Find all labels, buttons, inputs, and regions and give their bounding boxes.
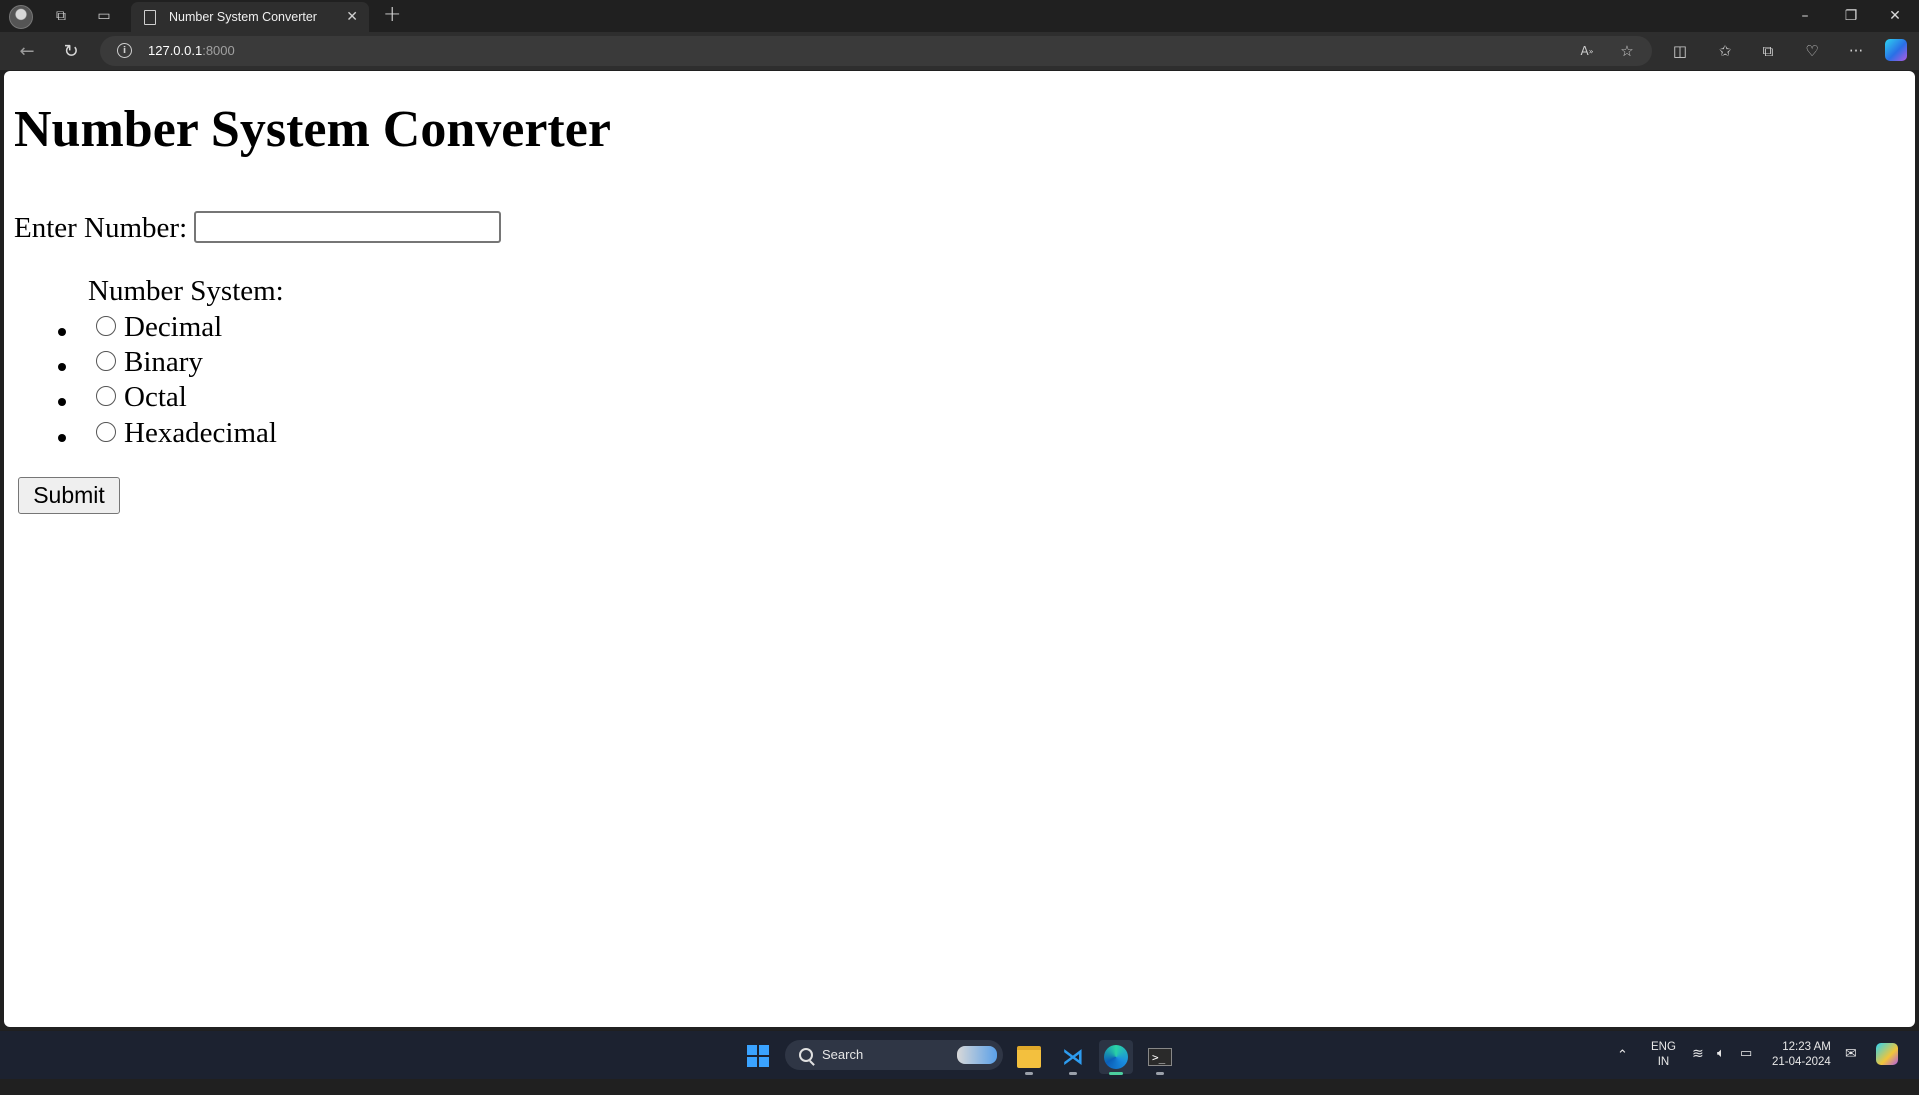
number-input[interactable] — [194, 211, 501, 243]
collections-icon[interactable]: ⧉ — [1755, 39, 1781, 63]
tab-actions-icon[interactable]: ▭ — [93, 5, 115, 27]
clock-time: 12:23 AM — [1782, 1041, 1831, 1053]
bullet-icon — [58, 398, 66, 406]
folder-icon — [1017, 1046, 1041, 1068]
radio-decimal[interactable] — [96, 316, 116, 336]
submit-button[interactable]: Submit — [18, 477, 120, 514]
profile-avatar-icon[interactable] — [9, 5, 33, 29]
enter-number-label: Enter Number: — [14, 212, 188, 244]
page-title: Number System Converter — [14, 101, 611, 158]
language-code: ENG — [1651, 1041, 1676, 1053]
running-indicator — [1156, 1072, 1164, 1075]
start-tile — [747, 1045, 757, 1055]
close-tab-icon[interactable]: ✕ — [346, 9, 358, 25]
number-system-label: Number System: — [88, 275, 284, 307]
radio-octal[interactable] — [96, 386, 116, 406]
radio-hexadecimal[interactable] — [96, 422, 116, 442]
taskbar-search-box[interactable]: Search — [785, 1040, 1003, 1070]
bullet-icon — [58, 328, 66, 336]
option-label: Decimal — [124, 311, 223, 343]
start-tile — [747, 1057, 757, 1067]
browser-essentials-icon[interactable]: ♡ — [1799, 39, 1825, 63]
vscode-app[interactable]: ⋊ — [1056, 1040, 1090, 1075]
read-aloud-icon[interactable]: A» — [1574, 39, 1600, 63]
bullet-icon — [58, 434, 66, 442]
favorites-icon[interactable]: ✩ — [1712, 39, 1738, 63]
edge-app[interactable] — [1099, 1040, 1133, 1075]
clock-date: 21-04-2024 — [1772, 1056, 1831, 1068]
bullet-icon — [58, 363, 66, 371]
copilot-taskbar-icon[interactable] — [1876, 1043, 1898, 1091]
url-port: :8000 — [202, 43, 235, 58]
minimize-icon[interactable]: – — [1790, 4, 1820, 28]
running-indicator — [1025, 1072, 1033, 1075]
workspaces-icon[interactable]: ⧉ — [50, 5, 72, 27]
option-label: Hexadecimal — [124, 417, 277, 449]
search-icon — [799, 1048, 813, 1062]
browser-toolbar: ← ↻ i 127.0.0.1:8000 A» ☆ ◫ ✩ ⧉ ♡ ··· — [0, 32, 1919, 70]
show-hidden-icons-chevron-icon[interactable]: ⌃ — [1617, 1047, 1628, 1095]
option-label: Binary — [124, 346, 203, 378]
volume-icon[interactable]: 🔈︎ — [1717, 1045, 1725, 1093]
new-tab-button[interactable]: + — [383, 2, 401, 27]
vscode-icon: ⋊ — [1062, 1044, 1084, 1070]
url-text: 127.0.0.1:8000 — [148, 43, 235, 58]
copilot-icon[interactable] — [1885, 39, 1907, 61]
windows-taskbar: Search ⋊ >_ ⌃ ENG IN ≋ 🔈︎ ▭ 12:23 AM 21-… — [0, 1031, 1919, 1079]
page-icon — [144, 9, 156, 25]
close-window-icon[interactable]: ✕ — [1880, 4, 1910, 28]
search-label: Search — [822, 1047, 864, 1062]
favorite-star-icon[interactable]: ☆ — [1614, 39, 1640, 63]
clock[interactable]: 12:23 AM 21-04-2024 — [1772, 1040, 1831, 1088]
option-label: Octal — [124, 381, 187, 413]
back-arrow-icon[interactable]: ← — [14, 39, 40, 63]
start-tile — [759, 1057, 769, 1067]
edge-icon — [1104, 1045, 1128, 1069]
browser-tab-bar: ⧉ ▭ Number System Converter ✕ + – ❐ ✕ — [0, 0, 1919, 32]
battery-icon[interactable]: ▭ — [1740, 1045, 1752, 1093]
notifications-icon[interactable]: ✉ — [1845, 1045, 1857, 1093]
windows-start-icon[interactable] — [747, 1045, 769, 1067]
wifi-icon[interactable]: ≋ — [1692, 1045, 1704, 1093]
active-indicator — [1109, 1072, 1123, 1075]
restore-icon[interactable]: ❐ — [1836, 4, 1866, 28]
terminal-app[interactable]: >_ — [1143, 1040, 1177, 1075]
more-options-icon[interactable]: ··· — [1843, 39, 1869, 63]
tab-number-system-converter[interactable]: Number System Converter ✕ — [131, 2, 369, 32]
terminal-icon: >_ — [1148, 1048, 1172, 1066]
site-info-icon[interactable]: i — [117, 43, 132, 58]
copilot-glyph — [1876, 1043, 1898, 1065]
language-indicator[interactable]: ENG IN — [1651, 1040, 1676, 1088]
split-screen-icon[interactable]: ◫ — [1667, 39, 1693, 63]
tab-title: Number System Converter — [169, 10, 317, 24]
address-bar[interactable]: i 127.0.0.1:8000 — [100, 36, 1652, 66]
file-explorer-app[interactable] — [1012, 1040, 1046, 1075]
url-host: 127.0.0.1 — [148, 43, 203, 58]
radio-binary[interactable] — [96, 351, 116, 371]
start-tile — [759, 1045, 769, 1055]
search-highlight-image — [957, 1046, 997, 1064]
refresh-icon[interactable]: ↻ — [58, 39, 84, 63]
running-indicator — [1069, 1072, 1077, 1075]
region-code: IN — [1657, 1056, 1670, 1068]
